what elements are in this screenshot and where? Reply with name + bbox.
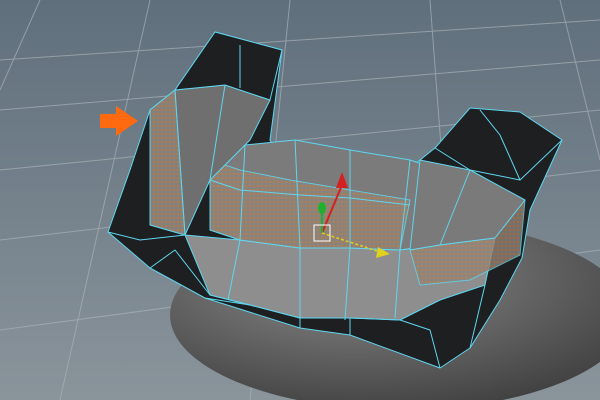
- 3d-viewport[interactable]: [0, 0, 600, 400]
- z-axis-handle[interactable]: [318, 202, 326, 214]
- viewport-canvas[interactable]: [0, 0, 600, 400]
